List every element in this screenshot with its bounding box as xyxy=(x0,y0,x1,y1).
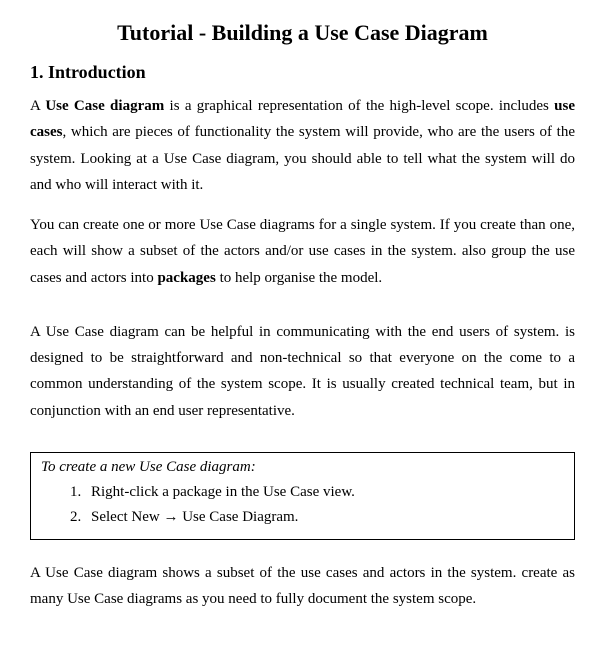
intro-paragraph-1: A Use Case diagram is a graphical repres… xyxy=(30,93,575,198)
bold-term-packages: packages xyxy=(157,270,215,286)
callout-title: To create a new Use Case diagram: xyxy=(41,459,564,476)
document-title: Tutorial - Building a Use Case Diagram xyxy=(30,20,575,46)
intro-paragraph-3: A Use Case diagram can be helpful in com… xyxy=(30,319,575,424)
text-segment: , which are pieces of functionality the … xyxy=(30,124,575,193)
intro-paragraph-2: You can create one or more Use Case diag… xyxy=(30,212,575,291)
instruction-callout-box: To create a new Use Case diagram: Right-… xyxy=(30,452,575,540)
callout-steps-list: Right-click a package in the Use Case vi… xyxy=(41,480,564,531)
text-segment: to help organise the model. xyxy=(216,270,382,286)
text-segment: A xyxy=(30,98,45,114)
callout-step-1: Right-click a package in the Use Case vi… xyxy=(85,480,564,506)
bold-term-use-case-diagram: Use Case diagram xyxy=(45,98,164,114)
text-segment: is a graphical representation of the hig… xyxy=(164,98,554,114)
intro-paragraph-4: A Use Case diagram shows a subset of the… xyxy=(30,560,575,613)
callout-step-2: Select New → Use Case Diagram. xyxy=(85,505,564,531)
section-heading-introduction: 1. Introduction xyxy=(30,62,575,83)
